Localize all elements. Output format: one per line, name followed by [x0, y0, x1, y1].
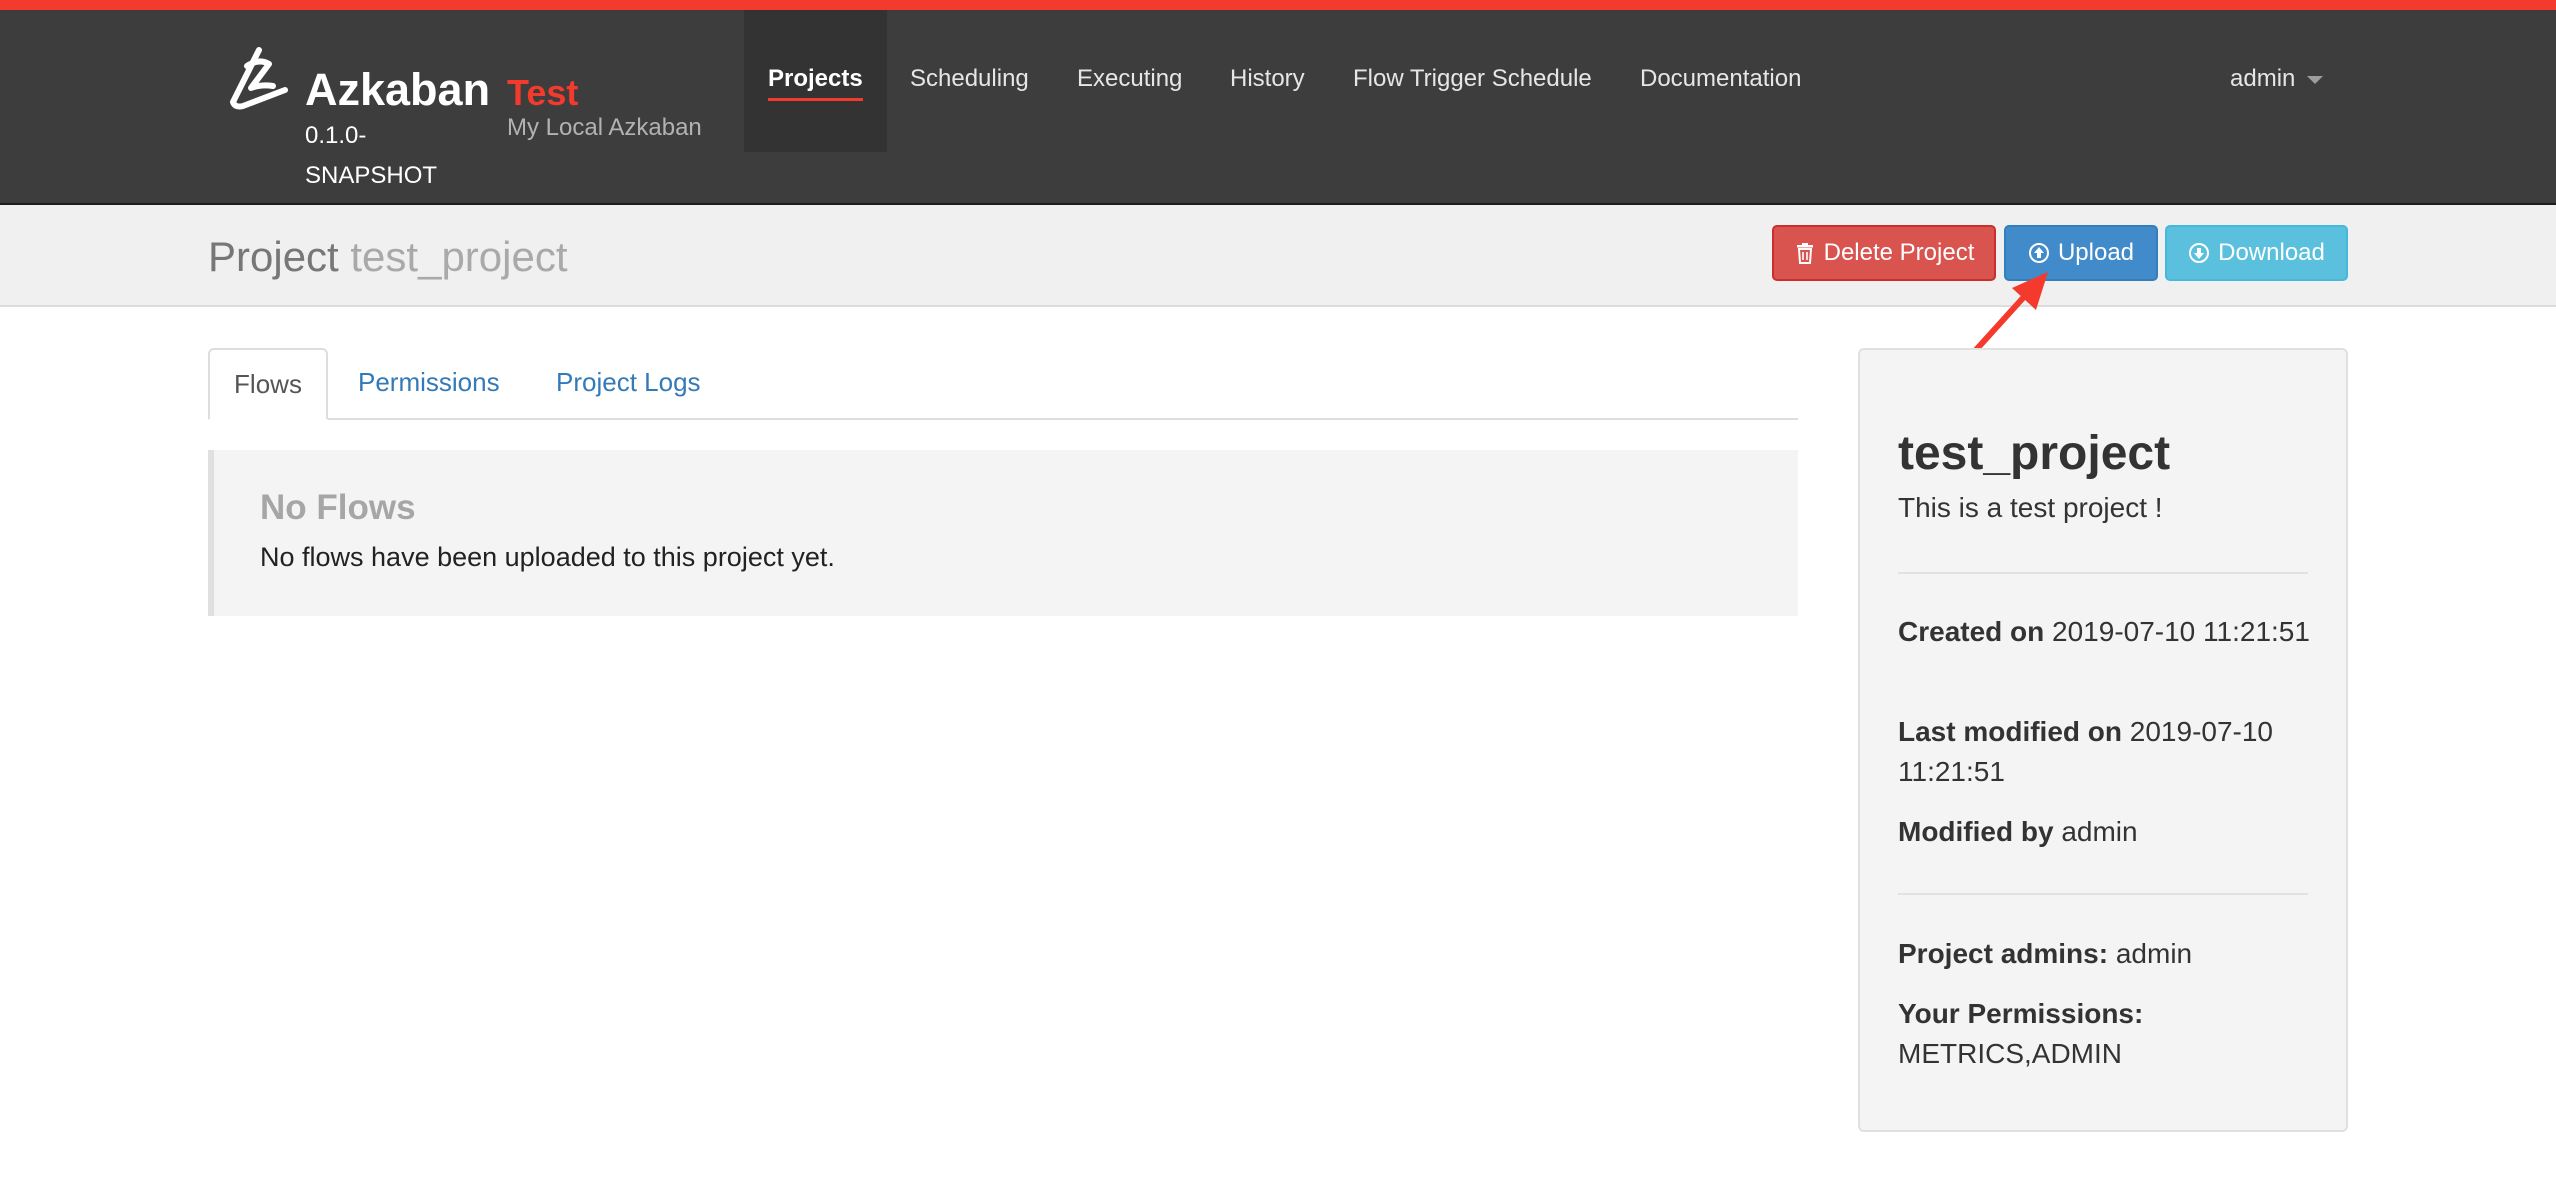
your-permissions: Your Permissions: METRICS,ADMIN [1898, 994, 2318, 1074]
no-flows-title: No Flows [260, 488, 416, 527]
created-on: Created on 2019-07-10 11:21:51 [1898, 612, 2318, 652]
no-flows-text: No flows have been uploaded to this proj… [260, 542, 835, 572]
divider [1898, 572, 2308, 574]
nav-label: Projects [768, 65, 863, 92]
divider [1898, 893, 2308, 895]
download-button[interactable]: Download [2165, 225, 2348, 281]
upload-circle-icon [2028, 243, 2049, 263]
download-label: Download [2218, 239, 2325, 266]
top-accent-bar [0, 0, 2556, 10]
nav-scheduling[interactable]: Scheduling [910, 10, 1029, 152]
environment-description: My Local Azkaban [507, 114, 702, 141]
nav-documentation[interactable]: Documentation [1640, 10, 1801, 152]
nav-flow-trigger-schedule[interactable]: Flow Trigger Schedule [1353, 10, 1592, 152]
nav-executing[interactable]: Executing [1077, 10, 1182, 152]
tab-flows[interactable]: Flows [208, 348, 328, 420]
active-nav-underline [768, 98, 863, 101]
modified-by-label: Modified by [1898, 816, 2054, 847]
project-admins-value: admin [2115, 938, 2193, 969]
page-title-label: Project [208, 233, 339, 280]
project-admins-label: Project admins: [1898, 938, 2109, 969]
chevron-down-icon [2307, 75, 2324, 84]
page-title-project-name: test_project [350, 233, 568, 280]
download-circle-icon [2189, 243, 2210, 263]
brand-version: 0.1.0-SNAPSHOT [305, 122, 438, 189]
upload-label: Upload [2057, 239, 2135, 266]
project-info-panel: test_project This is a test project ! Cr… [1858, 348, 2348, 1132]
project-admins: Project admins: admin [1898, 934, 2318, 974]
user-name: admin [2230, 65, 2296, 92]
last-modified-label: Last modified on [1898, 716, 2122, 747]
modified-by-value: admin [2061, 816, 2138, 847]
created-on-label: Created on [1898, 616, 2045, 647]
environment-name: Test [507, 72, 579, 113]
project-tabs: Flows Permissions Project Logs [208, 348, 1798, 420]
no-flows-callout: No Flows No flows have been uploaded to … [208, 450, 1798, 616]
trash-icon [1796, 243, 1813, 264]
nav-projects[interactable]: Projects [744, 10, 887, 152]
brand-name: Azkaban [305, 64, 491, 115]
panel-project-description: This is a test project ! [1898, 492, 2163, 523]
tab-permissions[interactable]: Permissions [358, 348, 500, 418]
modified-by: Modified by admin [1898, 812, 2318, 852]
project-header: Project test_project Delete Project Uplo… [0, 205, 2556, 307]
your-permissions-label: Your Permissions: [1898, 998, 2144, 1029]
nav-history[interactable]: History [1230, 10, 1305, 152]
user-menu[interactable]: admin [2230, 10, 2324, 152]
page-title: Project test_project [208, 233, 568, 281]
your-permissions-value: METRICS,ADMIN [1898, 1038, 2122, 1069]
tab-project-logs[interactable]: Project Logs [556, 348, 701, 418]
last-modified-on: Last modified on 2019-07-10 11:21:51 [1898, 712, 2318, 792]
navbar: Azkaban 0.1.0-SNAPSHOT Test My Local Azk… [0, 10, 2556, 205]
delete-project-label: Delete Project [1823, 239, 1975, 266]
created-on-value: 2019-07-10 11:21:51 [2052, 616, 2310, 647]
panel-project-name: test_project [1898, 427, 2171, 480]
azkaban-logo-icon [230, 47, 288, 110]
